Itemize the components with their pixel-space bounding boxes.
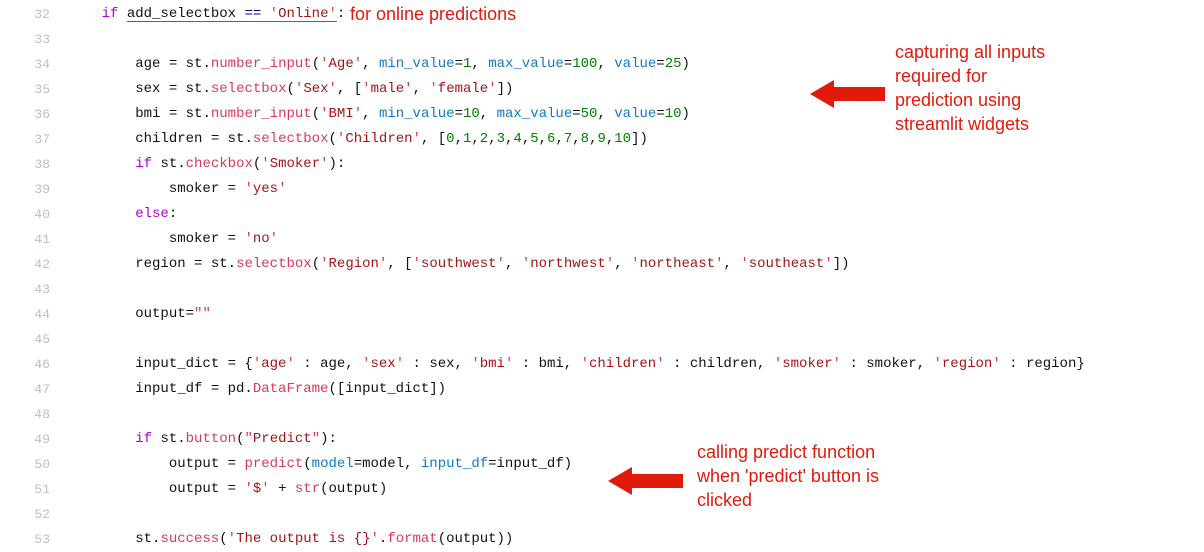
annotation-inputs: capturing all inputs required for predic… xyxy=(895,40,1045,136)
code-line: input_dict = {'age' : age, 'sex' : sex, … xyxy=(68,352,1204,377)
code-line: if add_selectbox == 'Online': xyxy=(68,2,1204,27)
line-number: 45 xyxy=(0,327,50,352)
code-line xyxy=(68,402,1204,427)
line-number: 37 xyxy=(0,127,50,152)
line-number: 50 xyxy=(0,452,50,477)
annotation-online: for online predictions xyxy=(350,2,516,26)
line-number: 39 xyxy=(0,177,50,202)
line-number: 44 xyxy=(0,302,50,327)
line-number: 40 xyxy=(0,202,50,227)
arrow-left-icon xyxy=(608,465,683,497)
line-number-gutter: 3233343536373839404142434445464748495051… xyxy=(0,0,68,552)
code-line: input_df = pd.DataFrame([input_dict]) xyxy=(68,377,1204,402)
code-line: output="" xyxy=(68,302,1204,327)
code-line: smoker = 'no' xyxy=(68,227,1204,252)
code-line: region = st.selectbox('Region', ['southw… xyxy=(68,252,1204,277)
code-line xyxy=(68,327,1204,352)
line-number: 35 xyxy=(0,77,50,102)
line-number: 41 xyxy=(0,227,50,252)
line-number: 42 xyxy=(0,252,50,277)
code-line: smoker = 'yes' xyxy=(68,177,1204,202)
line-number: 47 xyxy=(0,377,50,402)
line-number: 51 xyxy=(0,477,50,502)
code-line: st.success('The output is {}'.format(out… xyxy=(68,527,1204,552)
code-line xyxy=(68,277,1204,302)
arrow-left-icon xyxy=(810,78,885,110)
code-line xyxy=(68,502,1204,527)
line-number: 33 xyxy=(0,27,50,52)
line-number: 48 xyxy=(0,402,50,427)
line-number: 52 xyxy=(0,502,50,527)
line-number: 32 xyxy=(0,2,50,27)
line-number: 46 xyxy=(0,352,50,377)
line-number: 34 xyxy=(0,52,50,77)
line-number: 49 xyxy=(0,427,50,452)
code-line: if st.button("Predict"): xyxy=(68,427,1204,452)
annotation-predict: calling predict function when 'predict' … xyxy=(697,440,879,512)
code-line: else: xyxy=(68,202,1204,227)
line-number: 38 xyxy=(0,152,50,177)
line-number: 36 xyxy=(0,102,50,127)
code-line: if st.checkbox('Smoker'): xyxy=(68,152,1204,177)
line-number: 53 xyxy=(0,527,50,552)
line-number: 43 xyxy=(0,277,50,302)
